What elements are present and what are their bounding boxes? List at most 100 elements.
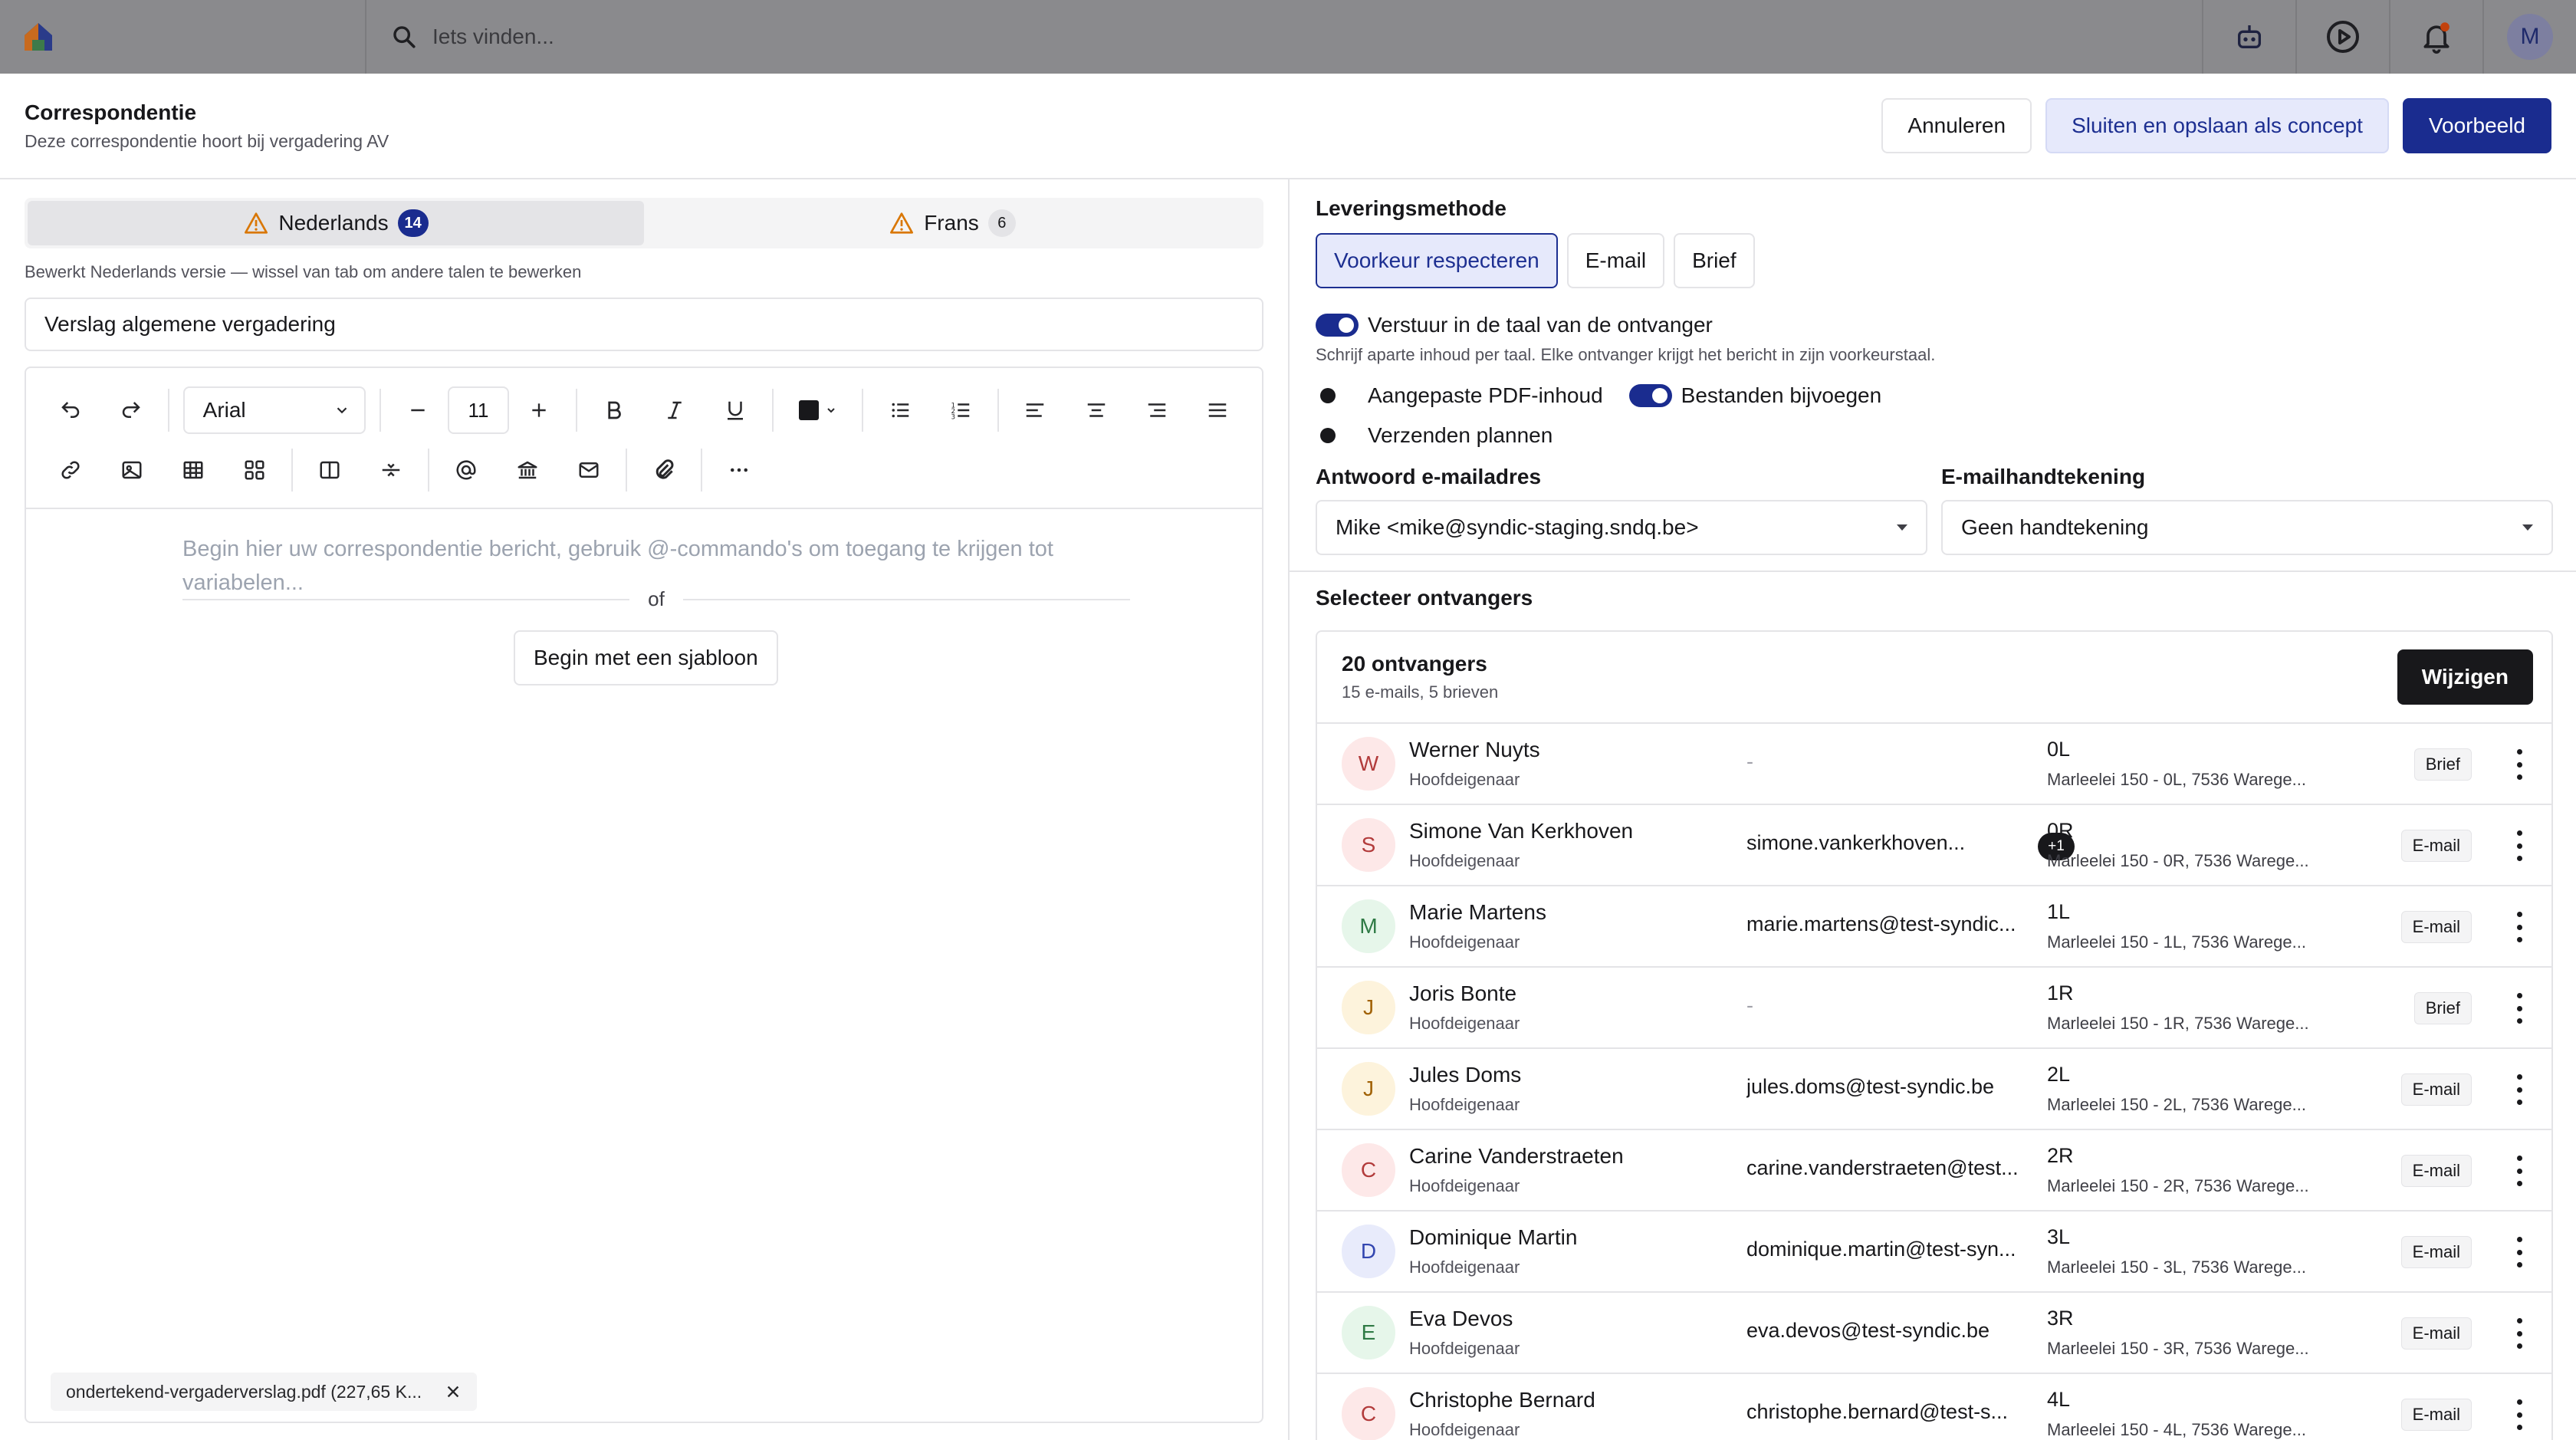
delivery-method-badge: E-mail	[2400, 1155, 2472, 1187]
editor-content[interactable]: Begin hier uw correspondentie bericht, g…	[26, 509, 1262, 1353]
close-icon[interactable]	[445, 1383, 462, 1400]
row-menu-icon[interactable]	[2515, 1074, 2524, 1105]
delivery-option-email[interactable]: E-mail	[1566, 233, 1665, 288]
image-icon[interactable]	[101, 445, 163, 495]
bank-icon[interactable]	[497, 445, 558, 495]
mail-icon[interactable]	[558, 445, 619, 495]
play-tutorial-button[interactable]	[2295, 0, 2389, 74]
tab-french[interactable]: Frans 6	[644, 201, 1260, 245]
table-row[interactable]: E Eva Devos Hoofdeigenaar eva.devos@test…	[1317, 1293, 2551, 1374]
table-row[interactable]: J Joris Bonte Hoofdeigenaar - 1R Marleel…	[1317, 968, 2551, 1049]
cancel-button[interactable]: Annuleren	[1881, 98, 2032, 153]
italic-icon[interactable]	[644, 386, 705, 435]
recipient-email: carine.vanderstraeten@test...	[1746, 1156, 2019, 1179]
attachment-chip: ondertekend-vergaderverslag.pdf (227,65 …	[51, 1373, 478, 1411]
recipient-unit: 0R	[2047, 819, 2074, 842]
delivery-option-letter[interactable]: Brief	[1674, 233, 1755, 288]
bullet-list-icon[interactable]	[869, 386, 930, 435]
tab-french-count: 6	[987, 209, 1016, 237]
preview-button[interactable]: Voorbeeld	[2402, 98, 2551, 153]
table-icon[interactable]	[163, 445, 224, 495]
recipient-email: -	[1746, 994, 1753, 1017]
recipient-address: Marleelei 150 - 1R, 7536 Warege...	[2047, 1014, 2309, 1033]
link-icon[interactable]	[40, 445, 101, 495]
warning-icon	[245, 212, 268, 234]
table-row[interactable]: C Christophe Bernard Hoofdeigenaar chris…	[1317, 1374, 2551, 1440]
font-family-select[interactable]: Arial	[182, 386, 366, 434]
underline-icon[interactable]	[705, 386, 766, 435]
recipient-name: Christophe Bernard	[1409, 1388, 1595, 1412]
house-logo-icon[interactable]	[21, 20, 55, 54]
recipients-count: 20 ontvangers	[1342, 652, 1487, 676]
tab-french-label: Frans	[924, 211, 979, 235]
tab-dutch[interactable]: Nederlands 14	[28, 201, 644, 245]
modal-header: Correspondentie Deze correspondentie hoo…	[0, 74, 2576, 179]
row-menu-icon[interactable]	[2515, 830, 2524, 861]
language-toggle[interactable]	[1316, 314, 1359, 337]
recipients-summary: 20 ontvangers 15 e-mails, 5 brieven Wijz…	[1317, 632, 2551, 724]
align-right-icon[interactable]	[1126, 386, 1187, 435]
table-row[interactable]: S Simone Van Kerkhoven Hoofdeigenaar sim…	[1317, 805, 2551, 886]
row-menu-icon[interactable]	[2515, 1237, 2524, 1267]
custom-pdf-toggle[interactable]	[1316, 384, 1359, 407]
decrease-font-size-icon[interactable]	[387, 386, 448, 435]
redo-icon[interactable]	[100, 386, 161, 435]
signature-select[interactable]: Geen handtekening	[1941, 500, 2553, 555]
avatar: C	[1342, 1143, 1395, 1197]
columns-icon[interactable]	[299, 445, 360, 495]
change-recipients-button[interactable]: Wijzigen	[2397, 649, 2533, 705]
row-menu-icon[interactable]	[2515, 993, 2524, 1024]
delivery-method-badge: E-mail	[2400, 1073, 2472, 1106]
text-color-icon[interactable]	[780, 386, 856, 435]
row-menu-icon[interactable]	[2515, 749, 2524, 780]
table-row[interactable]: C Carine Vanderstraeten Hoofdeigenaar ca…	[1317, 1130, 2551, 1212]
table-row[interactable]: D Dominique Martin Hoofdeigenaar dominiq…	[1317, 1212, 2551, 1293]
mention-icon[interactable]	[435, 445, 497, 495]
row-menu-icon[interactable]	[2515, 1156, 2524, 1186]
table-row[interactable]: W Werner Nuyts Hoofdeigenaar - 0L Marlee…	[1317, 724, 2551, 805]
separator-icon[interactable]	[360, 445, 422, 495]
schedule-toggle[interactable]	[1316, 424, 1359, 447]
warning-icon	[890, 212, 914, 234]
delivery-option-preference[interactable]: Voorkeur respecteren	[1316, 233, 1558, 288]
search-icon	[393, 26, 416, 48]
row-menu-icon[interactable]	[2515, 1399, 2524, 1430]
table-row[interactable]: J Jules Doms Hoofdeigenaar jules.doms@te…	[1317, 1049, 2551, 1130]
recipient-name: Marie Martens	[1409, 900, 1546, 924]
subject-input[interactable]: Verslag algemene vergadering	[25, 298, 1263, 351]
user-menu-button[interactable]: M	[2482, 0, 2576, 74]
align-justify-icon[interactable]	[1188, 386, 1248, 435]
increase-font-size-icon[interactable]	[509, 386, 570, 435]
undo-icon[interactable]	[40, 386, 100, 435]
start-with-template-button[interactable]: Begin met een sjabloon	[514, 630, 778, 685]
table-row[interactable]: M Marie Martens Hoofdeigenaar marie.mart…	[1317, 886, 2551, 968]
more-options-icon[interactable]	[708, 445, 770, 495]
recipient-name: Joris Bonte	[1409, 981, 1517, 1005]
save-draft-button[interactable]: Sluiten en opslaan als concept	[2045, 98, 2389, 153]
bold-icon[interactable]	[583, 386, 644, 435]
delivery-method-badge: E-mail	[2400, 830, 2472, 862]
bell-icon	[2423, 22, 2450, 54]
recipient-unit: 3R	[2047, 1307, 2074, 1330]
font-size-input[interactable]: 11	[448, 386, 509, 434]
global-search[interactable]	[366, 24, 2202, 50]
search-input[interactable]	[432, 25, 1122, 49]
recipient-unit: 1R	[2047, 981, 2074, 1004]
attach-files-toggle[interactable]	[1628, 384, 1672, 407]
avatar: M	[1342, 899, 1395, 953]
align-center-icon[interactable]	[1066, 386, 1126, 435]
numbered-list-icon[interactable]: 123	[930, 386, 991, 435]
paperclip-icon[interactable]	[633, 445, 695, 495]
top-bar: M	[0, 0, 2576, 74]
recipients-title: Selecteer ontvangers	[1316, 586, 1533, 610]
row-menu-icon[interactable]	[2515, 912, 2524, 942]
recipient-email: simone.vankerkhoven...	[1746, 831, 1966, 854]
reply-address-select[interactable]: Mike <mike@syndic-staging.sndq.be>	[1316, 500, 1927, 555]
row-menu-icon[interactable]	[2515, 1318, 2524, 1349]
align-left-icon[interactable]	[1005, 386, 1066, 435]
modal-title: Correspondentie	[25, 100, 197, 124]
recipient-unit: 3L	[2047, 1225, 2071, 1248]
notifications-button[interactable]	[2389, 0, 2482, 74]
assistant-button[interactable]	[2202, 0, 2295, 74]
blocks-grid-icon[interactable]	[224, 445, 285, 495]
